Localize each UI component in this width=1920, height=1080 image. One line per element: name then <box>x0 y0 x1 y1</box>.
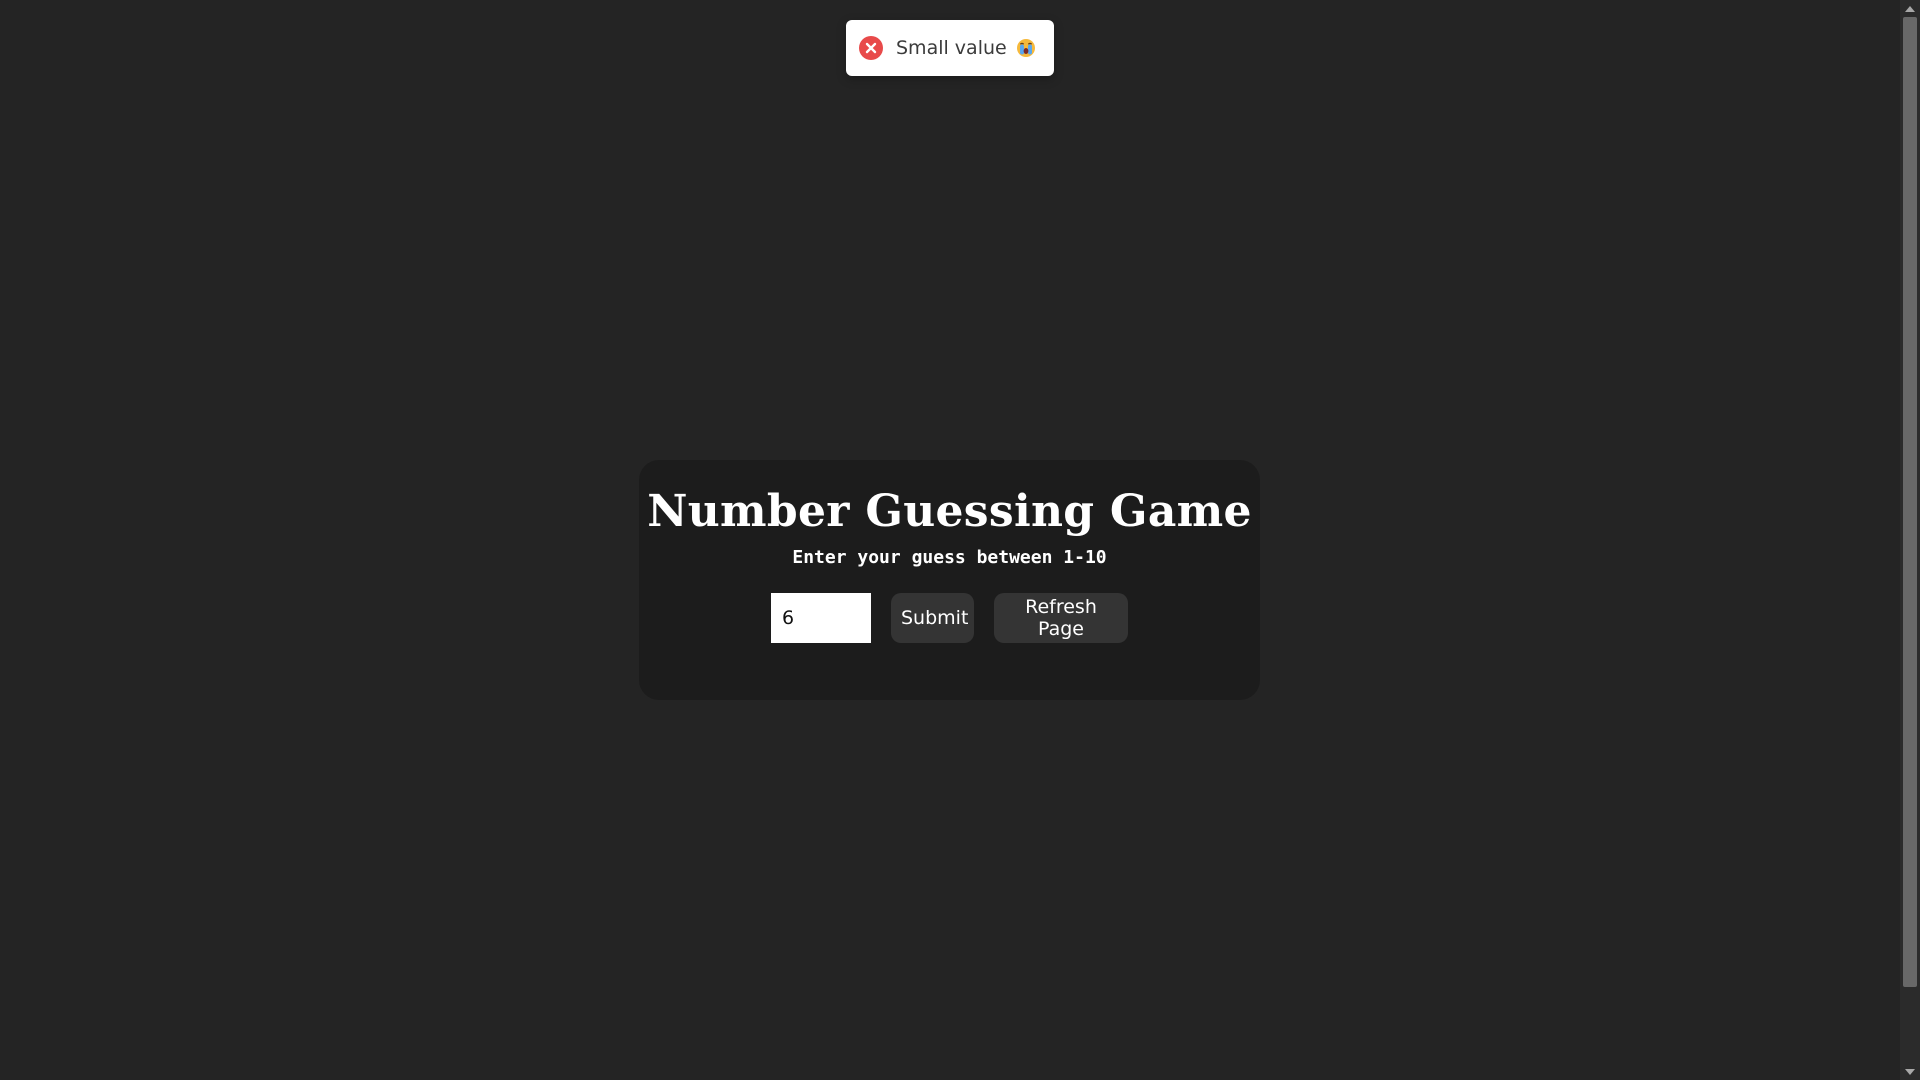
page-viewport: Small value Number Guessing Game Enter y… <box>0 0 1900 1080</box>
submit-button[interactable]: Submit <box>891 593 974 643</box>
toast-message: Small value <box>896 37 1007 59</box>
toast-notification: Small value <box>846 20 1054 76</box>
vertical-scrollbar[interactable] <box>1900 0 1920 1080</box>
guess-input[interactable] <box>771 593 871 643</box>
error-x-icon <box>859 36 883 60</box>
game-instructions: Enter your guess between 1-10 <box>792 547 1107 568</box>
scroll-up-arrow-icon[interactable] <box>1900 0 1920 17</box>
guess-controls: Submit Refresh Page <box>639 593 1260 643</box>
scroll-down-arrow-icon[interactable] <box>1900 1063 1920 1080</box>
crying-face-icon <box>1016 39 1035 57</box>
refresh-page-button[interactable]: Refresh Page <box>994 593 1128 643</box>
game-title: Number Guessing Game <box>647 486 1252 537</box>
scrollbar-thumb[interactable] <box>1903 17 1917 987</box>
game-card: Number Guessing Game Enter your guess be… <box>639 460 1260 700</box>
